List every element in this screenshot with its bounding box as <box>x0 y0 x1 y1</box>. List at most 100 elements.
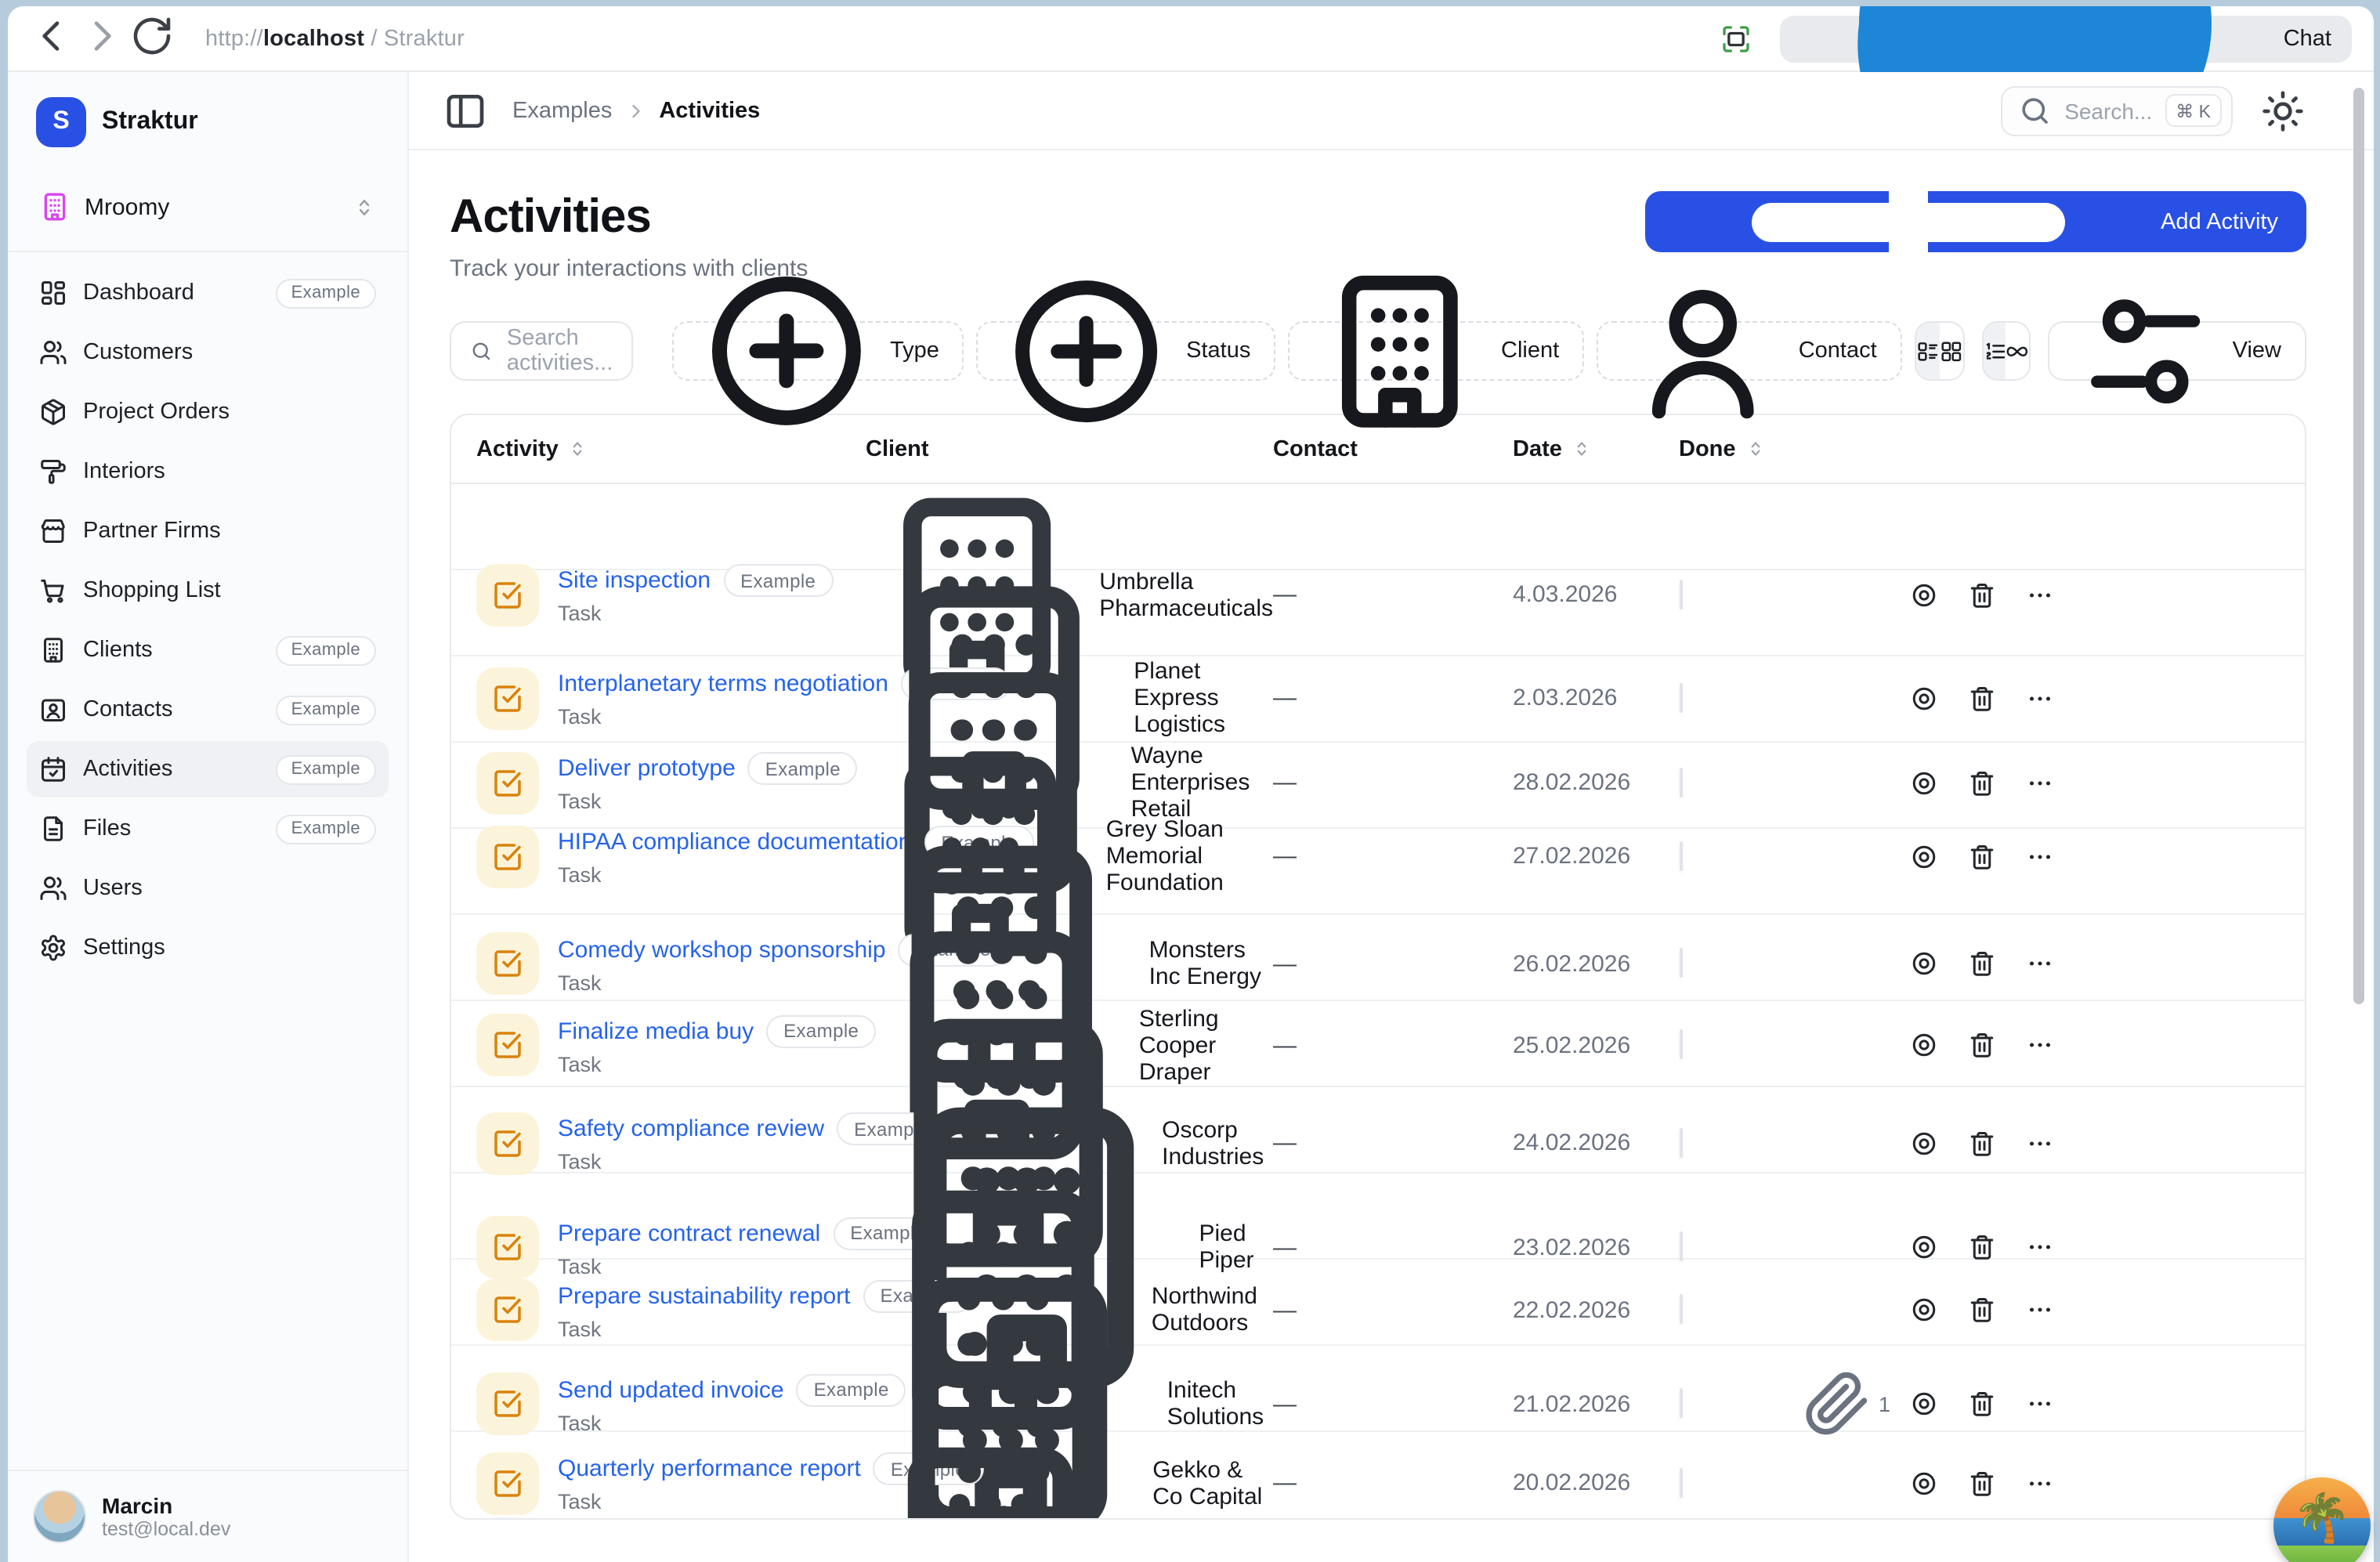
row-menu-button[interactable] <box>2025 1031 2053 1059</box>
filter-type-button[interactable]: Type <box>672 321 964 381</box>
screenshot-tool-icon[interactable] <box>1721 23 1756 54</box>
done-checkbox[interactable] <box>1679 1467 1682 1497</box>
delete-row-button[interactable] <box>1967 580 1995 609</box>
delete-row-button[interactable] <box>1967 1469 1995 1497</box>
sidebar-item-files[interactable]: Files Example <box>27 801 389 857</box>
done-checkbox[interactable] <box>1679 767 1682 797</box>
view-row-button[interactable] <box>1909 1390 1937 1418</box>
view-row-button[interactable] <box>1909 768 1937 797</box>
browser-forward-button[interactable] <box>80 16 124 60</box>
delete-row-button[interactable] <box>1967 768 1995 797</box>
browser-refresh-button[interactable] <box>130 16 174 60</box>
sidebar-item-contacts[interactable]: Contacts Example <box>27 682 389 738</box>
delete-row-button[interactable] <box>1967 684 1995 712</box>
activity-link[interactable]: Site inspection <box>558 567 711 594</box>
sidebar-toggle-button[interactable] <box>443 89 487 132</box>
done-checkbox[interactable] <box>1679 841 1682 870</box>
url-bar[interactable]: http://localhost / Straktur <box>205 26 465 51</box>
sidebar-item-users[interactable]: Users <box>27 860 389 917</box>
sidebar-item-project-orders[interactable]: Project Orders <box>27 384 389 440</box>
activity-link[interactable]: Deliver prototype <box>558 755 736 782</box>
browser-back-button[interactable] <box>30 16 74 60</box>
activity-link[interactable]: Comedy workshop sponsorship <box>558 937 886 964</box>
done-checkbox[interactable] <box>1679 1232 1682 1262</box>
grid-view-button[interactable] <box>1939 323 1962 379</box>
sun-icon <box>2261 89 2305 132</box>
delete-row-button[interactable] <box>1967 842 1995 870</box>
activity-type: Task <box>558 1411 906 1434</box>
sidebar-item-partner-firms[interactable]: Partner Firms <box>27 503 389 559</box>
delete-row-button[interactable] <box>1967 1390 1995 1418</box>
view-row-button[interactable] <box>1909 1234 1937 1262</box>
view-options-button[interactable]: View <box>2048 321 2306 381</box>
paged-view-button[interactable] <box>1983 323 2006 379</box>
row-menu-button[interactable] <box>2025 1296 2053 1324</box>
row-menu-button[interactable] <box>2025 1234 2053 1262</box>
filter-status-button[interactable]: Status <box>977 321 1275 381</box>
delete-row-button[interactable] <box>1967 1031 1995 1059</box>
done-checkbox[interactable] <box>1679 579 1682 609</box>
done-checkbox[interactable] <box>1679 949 1682 978</box>
user-menu[interactable]: Marcin test@local.dev <box>8 1470 407 1562</box>
row-menu-button[interactable] <box>2025 1129 2053 1157</box>
activity-link[interactable]: Prepare contract renewal <box>558 1220 820 1247</box>
activities-search-input[interactable]: Search activities... <box>450 321 633 381</box>
delete-row-button[interactable] <box>1967 950 1995 978</box>
done-checkbox[interactable] <box>1679 682 1682 712</box>
row-menu-button[interactable] <box>2025 768 2053 797</box>
done-checkbox[interactable] <box>1679 1294 1682 1324</box>
row-menu-button[interactable] <box>2025 580 2053 609</box>
view-row-button[interactable] <box>1909 1031 1937 1059</box>
delete-row-button[interactable] <box>1967 1296 1995 1324</box>
done-checkbox[interactable] <box>1679 1388 1682 1418</box>
done-checkbox[interactable] <box>1679 1127 1682 1157</box>
delete-row-button[interactable] <box>1967 1234 1995 1262</box>
row-menu-button[interactable] <box>2025 684 2053 712</box>
chat-button[interactable]: Chat <box>1781 15 2352 62</box>
view-row-button[interactable] <box>1909 1469 1937 1497</box>
breadcrumb-examples[interactable]: Examples <box>512 98 612 123</box>
filter-contact-button[interactable]: Contact <box>1597 321 1902 381</box>
sidebar-item-dashboard[interactable]: Dashboard Example <box>27 265 389 321</box>
sidebar-item-customers[interactable]: Customers <box>27 324 389 381</box>
view-row-button[interactable] <box>1909 950 1937 978</box>
sidebar-item-shopping-list[interactable]: Shopping List <box>27 562 389 619</box>
trash-icon <box>1967 1129 1995 1157</box>
workspace-selector[interactable]: Mroomy <box>27 179 389 235</box>
activity-link[interactable]: Interplanetary terms negotiation <box>558 671 888 697</box>
vertical-scrollbar[interactable] <box>2353 88 2364 1004</box>
row-menu-button[interactable] <box>2025 1469 2053 1497</box>
global-search-input[interactable]: Search... ⌘ K <box>2001 85 2233 136</box>
list-view-button[interactable] <box>1916 323 1940 379</box>
sidebar-item-activities[interactable]: Activities Example <box>27 741 389 797</box>
activity-link[interactable]: Send updated invoice <box>558 1376 784 1403</box>
delete-row-button[interactable] <box>1967 1129 1995 1157</box>
view-row-button[interactable] <box>1909 1129 1937 1157</box>
activity-link[interactable]: Prepare sustainability report <box>558 1282 851 1309</box>
column-header-done[interactable]: Done <box>1679 436 2280 461</box>
row-menu-button[interactable] <box>2025 1390 2053 1418</box>
sidebar-item-interiors[interactable]: Interiors <box>27 443 389 500</box>
date-cell: 22.02.2026 <box>1513 1296 1679 1323</box>
theme-toggle-button[interactable] <box>2261 89 2305 132</box>
view-row-button[interactable] <box>1909 580 1937 609</box>
done-checkbox[interactable] <box>1679 1029 1682 1059</box>
filter-client-button[interactable]: Client <box>1288 321 1584 381</box>
infinite-scroll-button[interactable] <box>2006 323 2030 379</box>
calendar-icon <box>39 755 67 783</box>
row-menu-button[interactable] <box>2025 842 2053 870</box>
activity-link[interactable]: Safety compliance review <box>558 1115 824 1142</box>
view-row-button[interactable] <box>1909 1296 1937 1324</box>
add-activity-button[interactable]: Add Activity <box>1645 191 2306 252</box>
column-header-activity[interactable]: Activity <box>476 436 866 461</box>
activity-link[interactable]: Quarterly performance report <box>558 1455 861 1482</box>
row-menu-button[interactable] <box>2025 950 2053 978</box>
column-header-date[interactable]: Date <box>1513 436 1679 461</box>
table-row[interactable]: Site inspection Example Task Umbrella Ph… <box>451 484 2305 570</box>
view-row-button[interactable] <box>1909 842 1937 870</box>
activity-link[interactable]: Finalize media buy <box>558 1018 754 1044</box>
activity-link[interactable]: HIPAA compliance documentation <box>558 829 911 855</box>
sidebar-item-clients[interactable]: Clients Example <box>27 622 389 678</box>
view-row-button[interactable] <box>1909 684 1937 712</box>
sidebar-item-settings[interactable]: Settings <box>27 920 389 976</box>
